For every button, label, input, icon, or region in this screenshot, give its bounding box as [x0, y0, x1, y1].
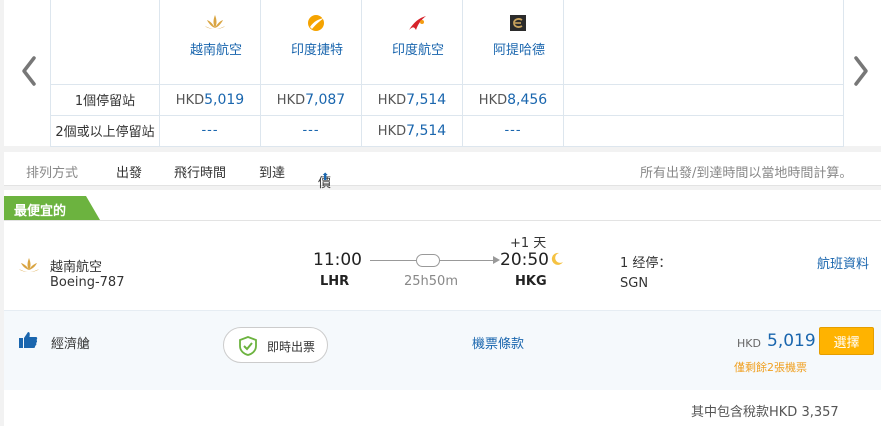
airline-name: 印度捷特	[290, 43, 343, 58]
airline-name: 越南航空	[189, 43, 242, 58]
matrix-price-cell[interactable]: HKD7,514	[361, 114, 463, 147]
airline-price-table: 越南航空 印度捷特 印度航空 阿提哈德 1個停留站 HKD5,019 HKD7,…	[50, 0, 844, 147]
arrival-airport: HKG	[515, 274, 547, 289]
tax-note: 其中包含稅款HKD 3,357	[691, 405, 839, 420]
flight-duration: 25h50m	[404, 274, 458, 289]
no-price-dash: ---	[302, 123, 320, 138]
chevron-right-icon	[854, 56, 868, 86]
instant-ticket-badge: 即時出票	[223, 327, 328, 363]
no-price-dash: ---	[504, 123, 522, 138]
price-amount: 7,514	[406, 91, 447, 108]
departure-airport: LHR	[320, 274, 350, 289]
matrix-empty-cell	[563, 83, 844, 116]
sort-duration[interactable]: 飛行時間	[174, 162, 226, 181]
aircraft-type: Boeing-787	[50, 275, 125, 290]
matrix-airline-header[interactable]: 印度捷特	[260, 0, 362, 85]
price-amount: 5,019	[204, 91, 245, 108]
route-arrow-icon	[493, 256, 500, 264]
select-button[interactable]: 選擇	[819, 327, 874, 355]
matrix-price-cell[interactable]: HKD8,456	[462, 83, 564, 116]
sort-departure[interactable]: 出發	[116, 162, 142, 181]
instant-ticket-label: 即時出票	[267, 340, 316, 354]
matrix-row-label: 1個停留站	[50, 83, 160, 116]
cheapest-label: 最便宜的	[14, 204, 67, 219]
arrival-time: 20:50	[500, 250, 549, 270]
matrix-price-cell[interactable]: HKD7,514	[361, 83, 463, 116]
departure-time: 11:00	[313, 250, 362, 270]
fare-row: 經濟艙 即時出票 機票條款 HKD 5,019 選擇 僅剩餘2張機票	[4, 310, 881, 390]
matrix-next-button[interactable]	[840, 44, 880, 96]
stops-label: 1 经停：	[620, 256, 672, 271]
matrix-empty-price: ---	[462, 114, 564, 147]
price-amount: 8,456	[507, 91, 548, 108]
price-currency: HKD	[276, 92, 306, 108]
moon-icon	[551, 252, 563, 265]
airline-name: 阿提哈德	[492, 43, 545, 58]
matrix-airline-header[interactable]: 印度航空	[361, 0, 463, 85]
price-currency: HKD	[377, 123, 407, 139]
matrix-row-label: 2個或以上停留站	[50, 114, 160, 147]
matrix-empty-cell	[563, 114, 844, 147]
matrix-row: 2個或以上停留站 --- --- HKD7,514 ---	[50, 114, 844, 147]
arrival-day-offset: +1 天	[510, 236, 547, 251]
chevron-left-icon	[22, 56, 36, 86]
matrix-empty-cell	[563, 0, 844, 85]
sort-arrival[interactable]: 到達	[259, 162, 285, 181]
airline-name: 印度航空	[391, 43, 444, 58]
price-amount: 7,087	[305, 91, 346, 108]
matrix-prev-button[interactable]	[8, 44, 48, 96]
price-currency: HKD	[175, 92, 205, 108]
sort-bar: 排列方式 出發 飛行時間 到達 價格⬆ 所有出發/到達時間以當地時間計算。	[4, 152, 881, 210]
price-currency: HKD	[478, 92, 508, 108]
local-time-note: 所有出發/到達時間以當地時間計算。	[640, 166, 853, 181]
sort-ascending-icon: ⬆	[321, 172, 330, 183]
divider	[4, 220, 881, 221]
lotus-logo	[205, 15, 225, 29]
route-stop-marker	[416, 254, 440, 267]
cabin-class: 經濟艙	[51, 337, 91, 352]
matrix-airline-header[interactable]: 阿提哈德	[462, 0, 564, 85]
matrix-empty-price: ---	[260, 114, 362, 147]
flight-result-card: 最便宜的 越南航空 Boeing-787 11:00 LHR 25h50m +1…	[4, 190, 881, 426]
shield-check-icon	[239, 336, 257, 356]
seats-remaining: 僅剩餘2張機票	[734, 361, 807, 374]
fare-rules-link[interactable]: 機票條款	[472, 333, 524, 352]
price-currency: HKD	[377, 92, 407, 108]
lotus-logo	[19, 258, 39, 272]
swan-logo	[409, 16, 426, 30]
thumbs-up-icon	[19, 332, 38, 348]
fare-currency: HKD	[737, 337, 761, 350]
sun-logo	[308, 15, 324, 31]
airline-matrix: 越南航空 印度捷特 印度航空 阿提哈德 1個停留站 HKD5,019 HKD7,…	[4, 0, 881, 147]
price-amount: 7,514	[406, 122, 447, 139]
matrix-empty-price: ---	[159, 114, 261, 147]
matrix-airline-header[interactable]: 越南航空	[159, 0, 261, 85]
no-price-dash: ---	[201, 123, 219, 138]
matrix-corner-cell	[50, 0, 160, 85]
flight-details-link[interactable]: 航班資料	[817, 253, 869, 272]
matrix-price-cell[interactable]: HKD7,087	[260, 83, 362, 116]
cheapest-banner: 最便宜的	[4, 196, 100, 220]
matrix-price-cell[interactable]: HKD5,019	[159, 83, 261, 116]
etihad-logo	[510, 15, 526, 31]
fare-price: 5,019	[767, 331, 816, 351]
sort-label: 排列方式	[26, 166, 79, 181]
matrix-header-row: 越南航空 印度捷特 印度航空 阿提哈德	[50, 0, 844, 85]
matrix-row: 1個停留站 HKD5,019 HKD7,087 HKD7,514 HKD8,45…	[50, 83, 844, 116]
stop-airport: SGN	[620, 276, 649, 291]
result-airline-name: 越南航空	[50, 260, 103, 275]
